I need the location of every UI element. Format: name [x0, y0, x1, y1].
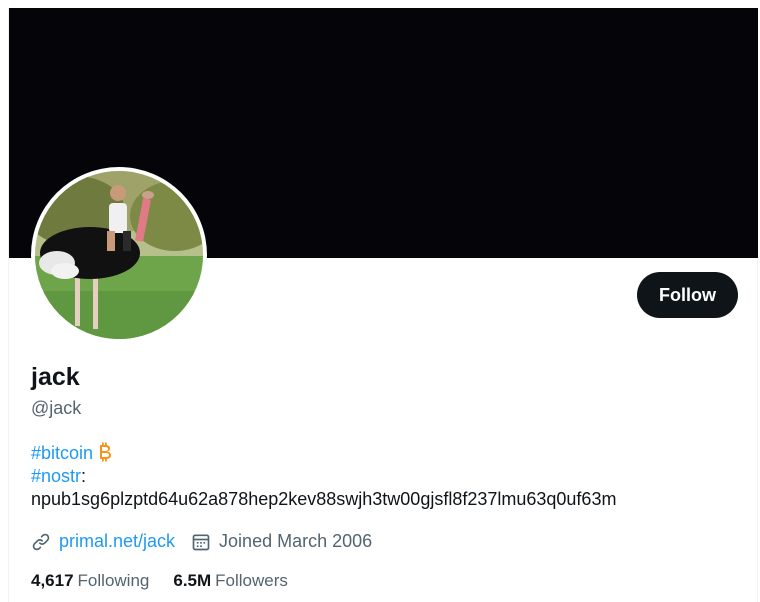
profile-stats: 4,617 Following 6.5M Followers: [31, 571, 288, 591]
joined-date: Joined March 2006: [219, 531, 373, 551]
calendar-icon: [192, 534, 210, 550]
website-item: primal.net/jack: [31, 531, 175, 552]
followers-label: Followers: [215, 571, 288, 590]
ostrich-rider-image: [35, 171, 203, 339]
hashtag-bitcoin[interactable]: #bitcoin: [31, 443, 93, 463]
bitcoin-icon: [100, 442, 112, 462]
bio-line-bitcoin: #bitcoin: [31, 442, 616, 465]
joined-item: Joined March 2006: [191, 531, 372, 552]
link-icon: [32, 533, 50, 550]
followers-link[interactable]: 6.5M Followers: [173, 571, 288, 591]
hashtag-nostr[interactable]: #nostr: [31, 466, 81, 486]
profile-handle: @jack: [31, 398, 82, 418]
nostr-colon: :: [81, 466, 87, 486]
following-label: Following: [77, 571, 150, 590]
avatar[interactable]: [31, 167, 207, 343]
following-count: 4,617: [31, 571, 74, 590]
following-link[interactable]: 4,617 Following: [31, 571, 149, 591]
follow-button[interactable]: Follow: [637, 272, 738, 318]
profile-name: jack: [31, 363, 80, 391]
profile-bio: #bitcoin #nostr: npub1sg6plzptd64u62a878…: [31, 442, 616, 511]
profile-card: Follow jack @jack #bitcoin #nostr: npub1…: [8, 8, 758, 602]
bio-line-nostr: #nostr:: [31, 465, 616, 488]
bio-npub: npub1sg6plzptd64u62a878hep2kev88swjh3tw0…: [31, 489, 617, 509]
followers-count: 6.5M: [173, 571, 212, 590]
website-link[interactable]: primal.net/jack: [59, 531, 175, 552]
avatar-photo: [35, 171, 203, 339]
profile-meta: primal.net/jack Joined March 2006: [31, 531, 372, 552]
